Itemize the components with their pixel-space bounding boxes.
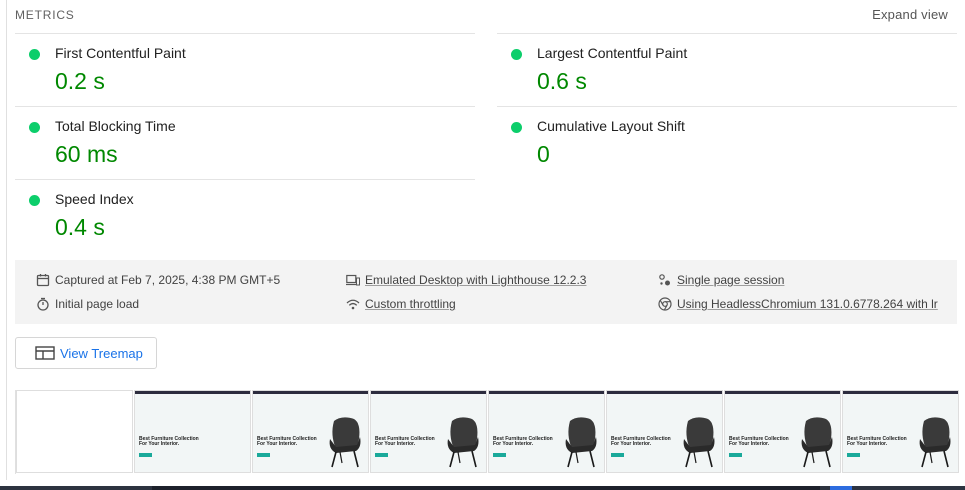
metric-label: Total Blocking Time xyxy=(55,118,176,134)
filmstrip-frame: Best Furniture Collection For Your Inter… xyxy=(842,390,959,473)
metric-value: 0.2 s xyxy=(55,68,105,94)
frame-topbar xyxy=(489,391,604,394)
frame-heading: Best Furniture Collection For Your Inter… xyxy=(257,436,317,447)
pass-status-icon xyxy=(29,195,40,206)
pass-status-icon xyxy=(29,122,40,133)
emulated-device[interactable]: Emulated Desktop with Lighthouse 12.2.3 xyxy=(346,273,646,289)
frame-topbar xyxy=(725,391,840,394)
frame-heading: Best Furniture Collection For Your Inter… xyxy=(847,436,907,447)
metric-value: 0.4 s xyxy=(55,214,105,240)
frame-topbar xyxy=(607,391,722,394)
chair-image xyxy=(801,417,833,468)
filmstrip-frame: Best Furniture Collection For Your Inter… xyxy=(370,390,487,473)
frame-cta xyxy=(139,453,152,457)
metrics-header: METRICS Expand view xyxy=(15,0,948,30)
frame-heading: Best Furniture Collection For Your Inter… xyxy=(729,436,789,447)
metric-value: 0 xyxy=(537,141,550,167)
filmstrip-frame xyxy=(16,390,133,473)
metric-largest-contentful-paint: Largest Contentful Paint 0.6 s xyxy=(497,33,957,107)
filmstrip-frame: Best Furniture Collection For Your Inter… xyxy=(134,390,251,473)
emulated-device-link[interactable]: Emulated Desktop with Lighthouse 12.2.3 xyxy=(365,273,586,287)
chair-image xyxy=(329,417,361,468)
page-session[interactable]: Single page session xyxy=(658,273,948,289)
chair-image xyxy=(565,417,597,468)
initial-page-load: Initial page load xyxy=(36,297,336,313)
wifi-icon xyxy=(346,299,360,310)
metric-first-contentful-paint: First Contentful Paint 0.2 s xyxy=(15,33,475,107)
frame-cta xyxy=(493,453,506,457)
frame-topbar xyxy=(135,391,250,394)
browser-version[interactable]: Using HeadlessChromium 131.0.6778.264 wi… xyxy=(658,297,938,313)
throttling-link[interactable]: Custom throttling xyxy=(365,297,456,311)
view-treemap-label: View Treemap xyxy=(60,346,143,361)
expand-view-toggle[interactable]: Expand view xyxy=(872,7,948,22)
page-session-link[interactable]: Single page session xyxy=(677,273,784,287)
filmstrip: Best Furniture Collection For Your Inter… xyxy=(15,390,959,474)
view-treemap-button[interactable]: View Treemap xyxy=(15,337,157,369)
left-rule xyxy=(6,0,7,480)
metric-value: 60 ms xyxy=(55,141,118,167)
browser-version-link[interactable]: Using HeadlessChromium 131.0.6778.264 wi… xyxy=(677,297,938,311)
frame-cta xyxy=(847,453,860,457)
metric-total-blocking-time: Total Blocking Time 60 ms xyxy=(15,106,475,180)
frame-heading: Best Furniture Collection For Your Inter… xyxy=(611,436,671,447)
stopwatch-icon xyxy=(37,297,49,311)
frame-heading: Best Furniture Collection For Your Inter… xyxy=(375,436,435,447)
calendar-icon xyxy=(36,274,50,287)
metric-cumulative-layout-shift: Cumulative Layout Shift 0 xyxy=(497,106,957,180)
metric-label: First Contentful Paint xyxy=(55,45,186,61)
pass-status-icon xyxy=(511,49,522,60)
metric-label: Cumulative Layout Shift xyxy=(537,118,685,134)
chrome-icon xyxy=(658,297,672,311)
treemap-icon xyxy=(35,346,55,360)
session-icon xyxy=(659,274,670,286)
metric-label: Speed Index xyxy=(55,191,134,207)
filmstrip-frame: Best Furniture Collection For Your Inter… xyxy=(606,390,723,473)
frame-heading: Best Furniture Collection For Your Inter… xyxy=(493,436,553,447)
metric-label: Largest Contentful Paint xyxy=(537,45,688,61)
pass-status-icon xyxy=(511,122,522,133)
frame-topbar xyxy=(843,391,958,394)
network-throttling[interactable]: Custom throttling xyxy=(346,297,646,313)
pass-status-icon xyxy=(29,49,40,60)
taskbar-segment xyxy=(152,486,820,490)
frame-cta xyxy=(257,453,270,457)
frame-cta xyxy=(729,453,742,457)
frame-cta xyxy=(611,453,624,457)
taskbar-accent xyxy=(830,486,852,490)
filmstrip-frame: Best Furniture Collection For Your Inter… xyxy=(724,390,841,473)
filmstrip-frame: Best Furniture Collection For Your Inter… xyxy=(252,390,369,473)
runtime-settings: Captured at Feb 7, 2025, 4:38 PM GMT+5 I… xyxy=(15,260,957,324)
chair-image xyxy=(447,417,479,468)
desktop-device-icon xyxy=(346,274,360,286)
chair-image xyxy=(683,417,715,468)
chair-image xyxy=(919,417,951,468)
initial-page-load-text: Initial page load xyxy=(55,297,140,311)
metric-value: 0.6 s xyxy=(537,68,587,94)
frame-topbar xyxy=(253,391,368,394)
frame-topbar xyxy=(371,391,486,394)
captured-at: Captured at Feb 7, 2025, 4:38 PM GMT+5 xyxy=(36,273,336,289)
frame-heading: Best Furniture Collection For Your Inter… xyxy=(139,436,199,447)
taskbar-edge xyxy=(0,486,965,490)
captured-at-text: Captured at Feb 7, 2025, 4:38 PM GMT+5 xyxy=(55,273,281,287)
filmstrip-frame: Best Furniture Collection For Your Inter… xyxy=(488,390,605,473)
metrics-title: METRICS xyxy=(15,8,75,22)
frame-cta xyxy=(375,453,388,457)
metric-speed-index: Speed Index 0.4 s xyxy=(15,179,475,253)
